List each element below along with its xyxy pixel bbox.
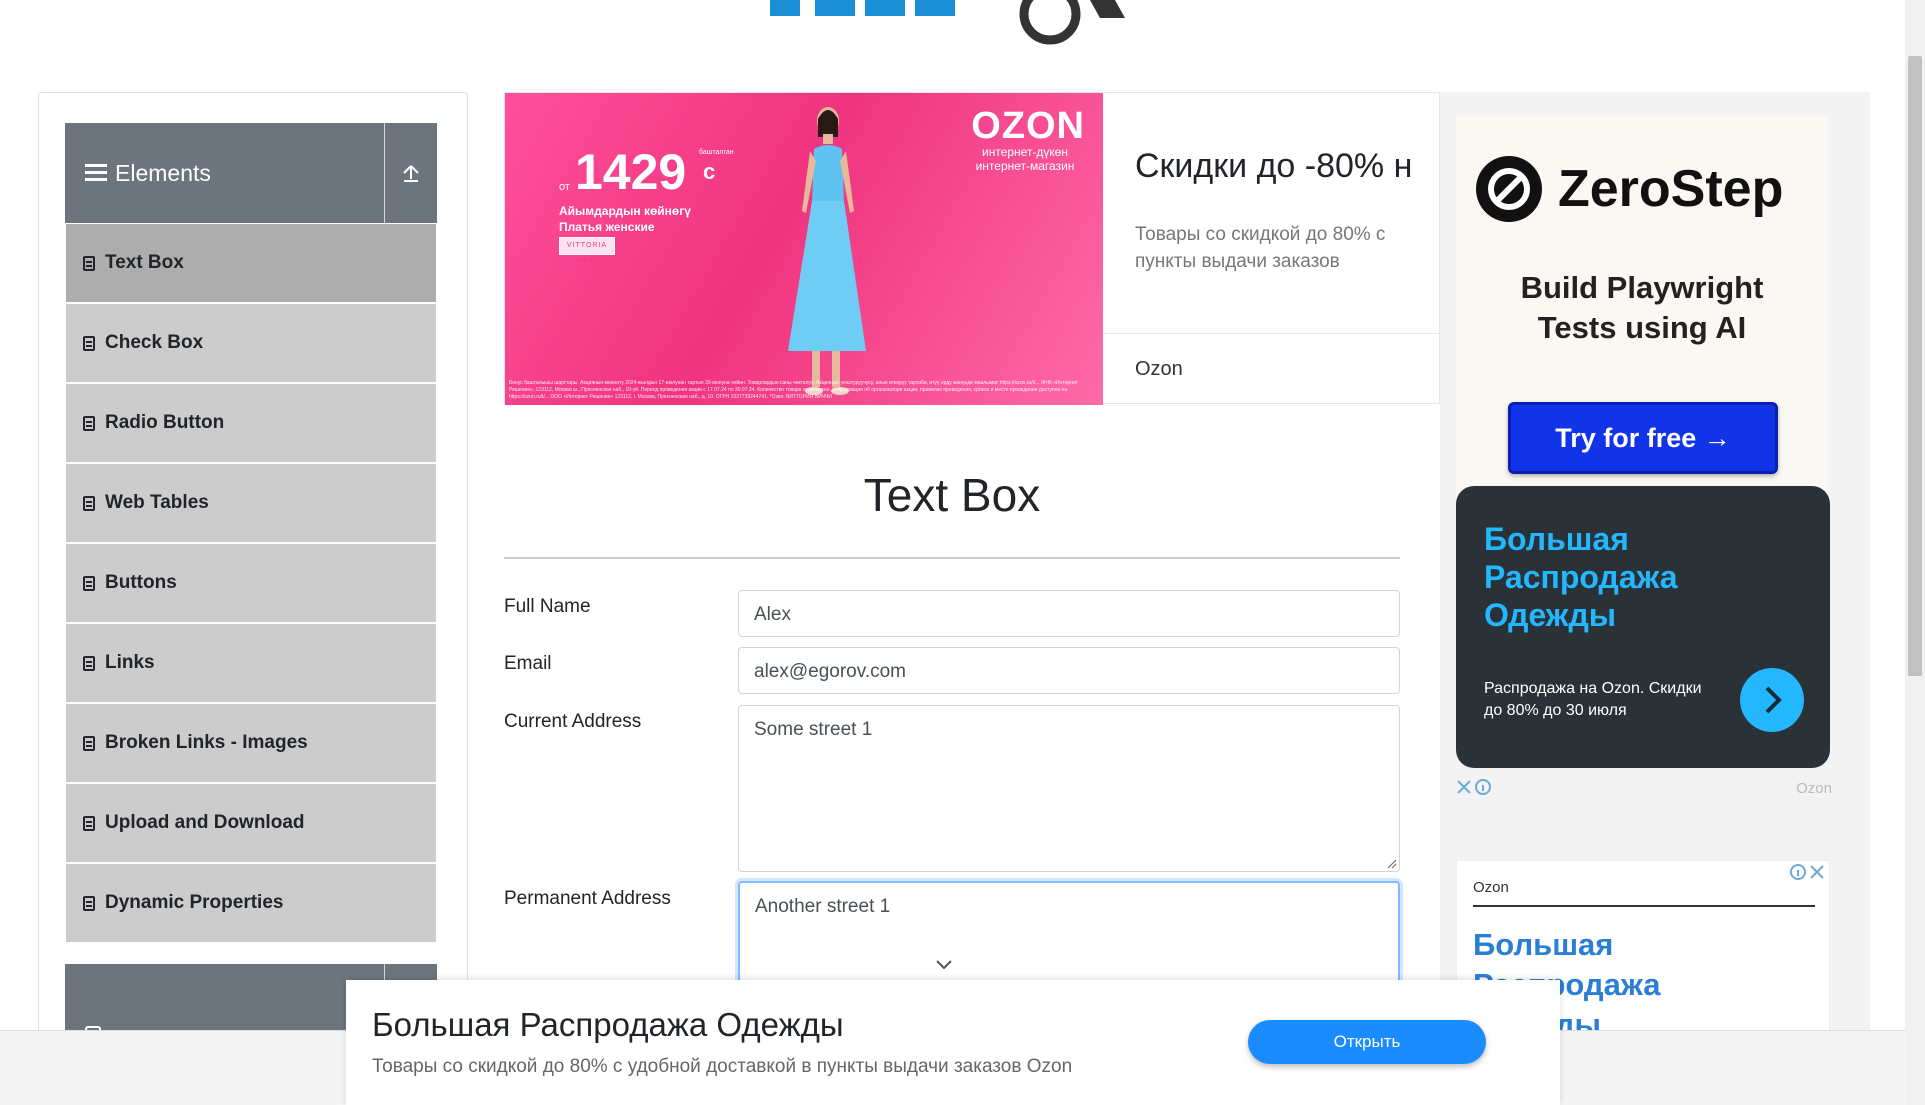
bottom-ad-title: Большая Распродажа Одежды bbox=[372, 1006, 844, 1043]
sidebar-item-text-box[interactable]: Text Box bbox=[66, 224, 436, 302]
bottom-ad-description: Товары со скидкой до 80% с удобной доста… bbox=[372, 1056, 1073, 1077]
sidebar-item-label: Dynamic Properties bbox=[105, 892, 284, 913]
ad2-close-icon[interactable] bbox=[1789, 863, 1825, 884]
right-ad-column[interactable]: ZeroStep Build Playwright Tests using AI… bbox=[1440, 92, 1870, 1052]
toolsqa-logo[interactable] bbox=[760, 0, 1160, 50]
ad-close-icon[interactable] bbox=[1456, 778, 1492, 799]
banner-desc-line: Товары со скидкой до 80% с bbox=[1135, 224, 1386, 245]
brand-badge: VITTORIA VICCI bbox=[559, 237, 615, 265]
try-for-free-button[interactable]: Try for free → bbox=[1508, 402, 1778, 474]
ad2-divider bbox=[1473, 905, 1815, 907]
sidebar-item-label: Buttons bbox=[105, 572, 177, 593]
banner-price: 1429 bbox=[575, 144, 687, 200]
document-icon bbox=[83, 415, 95, 431]
banner-image[interactable]: от 1429 с башталган Айымдардын көйнөгү П… bbox=[505, 93, 1103, 405]
resize-grip-icon[interactable] bbox=[1387, 859, 1397, 869]
banner-price-note: башталган bbox=[699, 149, 734, 156]
current-address-text: Some street 1 bbox=[754, 719, 873, 740]
zerostep-ad[interactable]: ZeroStep Build Playwright Tests using AI… bbox=[1456, 116, 1828, 500]
ozon-sale-card[interactable]: Большая Распродажа Одежды Распродажа на … bbox=[1456, 486, 1830, 768]
full-name-label: Full Name bbox=[504, 596, 591, 617]
sidebar-item-label: Links bbox=[105, 652, 155, 673]
group-elements-title: Elements bbox=[65, 123, 385, 223]
title-divider bbox=[504, 557, 1400, 559]
document-icon bbox=[83, 255, 95, 271]
sidebar-item-dynamic-properties[interactable]: Dynamic Properties bbox=[66, 864, 436, 942]
document-icon bbox=[83, 895, 95, 911]
banner-title: Скидки до -80% н bbox=[1135, 147, 1413, 185]
sidebar-item-upload-download[interactable]: Upload and Download bbox=[66, 784, 436, 862]
page-scrollbar-thumb[interactable] bbox=[1908, 56, 1922, 676]
ozon-logo: OZON bbox=[971, 105, 1085, 147]
banner-desc-line: пункты выдачи заказов bbox=[1135, 251, 1340, 272]
document-icon bbox=[83, 815, 95, 831]
zerostep-logo: ZeroStep bbox=[1476, 156, 1783, 222]
banner-fineprint: Бонус башталышы шарттары. Акциянын мөөнө… bbox=[509, 380, 1078, 400]
banner-text-panel[interactable]: Скидки до -80% н Товары со скидкой до 80… bbox=[1103, 93, 1441, 405]
model-photo bbox=[788, 107, 866, 395]
banner-description: Товары со скидкой до 80% с пункты выдачи… bbox=[1135, 221, 1435, 275]
sidebar-item-buttons[interactable]: Buttons bbox=[66, 544, 436, 622]
document-icon bbox=[83, 495, 95, 511]
email-label: Email bbox=[504, 653, 552, 674]
sidebar-item-label: Upload and Download bbox=[105, 812, 305, 833]
chevron-right-icon[interactable] bbox=[1740, 668, 1804, 732]
current-address-label: Current Address bbox=[504, 711, 642, 732]
document-icon bbox=[83, 735, 95, 751]
collapse-arrow-icon[interactable] bbox=[385, 133, 437, 213]
page-title: Text Box bbox=[863, 469, 1041, 521]
sidebar-item-radio-button[interactable]: Radio Button bbox=[66, 384, 436, 462]
banner-source: Ozon bbox=[1103, 333, 1441, 405]
zerostep-tagline: Build Playwright Tests using AI bbox=[1520, 270, 1764, 345]
group-elements-label: Elements bbox=[115, 159, 211, 186]
chevron-down-icon[interactable] bbox=[934, 954, 954, 974]
sidebar-item-label: Web Tables bbox=[105, 492, 209, 513]
sidebar-item-label: Radio Button bbox=[105, 412, 225, 433]
document-icon bbox=[83, 655, 95, 671]
ozon-card-description: Распродажа на Ozon. Скидки до 80% до 30 … bbox=[1484, 680, 1702, 719]
banner-currency: с bbox=[703, 159, 716, 184]
zerostep-name: ZeroStep bbox=[1558, 160, 1784, 218]
sidebar-item-label: Broken Links - Images bbox=[105, 732, 308, 753]
bottom-sticky-ad[interactable]: Большая Распродажа Одежды Товары со скид… bbox=[346, 960, 1560, 1105]
zerostep-logo-icon bbox=[1476, 156, 1542, 222]
permanent-address-textarea[interactable]: Another street 1 bbox=[738, 881, 1400, 991]
banner-subtitle: Айымдардын көйнөгү Платья женские bbox=[559, 204, 691, 234]
email-input[interactable]: alex@egorov.com bbox=[738, 647, 1400, 694]
permanent-address-label: Permanent Address bbox=[504, 888, 671, 909]
sidebar-item-label: Check Box bbox=[105, 332, 204, 353]
ad2-source: Ozon bbox=[1473, 879, 1509, 896]
open-button[interactable]: Открыть bbox=[1248, 1020, 1486, 1064]
document-icon bbox=[83, 335, 95, 351]
ozon-logo-subtitle: интернет-дүкөн интернет-магазин bbox=[975, 145, 1075, 173]
sidebar-item-label: Text Box bbox=[105, 252, 184, 273]
document-icon bbox=[83, 575, 95, 591]
full-name-input[interactable]: Alex bbox=[738, 590, 1400, 637]
permanent-address-text: Another street 1 bbox=[755, 896, 891, 917]
banner-price-prefix: от bbox=[559, 181, 570, 193]
sidebar-item-links[interactable]: Links bbox=[66, 624, 436, 702]
hamburger-icon bbox=[85, 160, 107, 187]
top-banner-ad[interactable]: от 1429 с башталган Айымдардын көйнөгү П… bbox=[504, 92, 1441, 405]
ozon-card-title: Большая Распродажа Одежды bbox=[1484, 521, 1678, 633]
sidebar-item-broken-links[interactable]: Broken Links - Images bbox=[66, 704, 436, 782]
ad-source-label: Ozon bbox=[1796, 780, 1832, 797]
group-elements-header[interactable]: Elements bbox=[65, 123, 437, 223]
current-address-textarea[interactable]: Some street 1 bbox=[738, 705, 1400, 872]
sidebar-item-web-tables[interactable]: Web Tables bbox=[66, 464, 436, 542]
sidebar-item-check-box[interactable]: Check Box bbox=[66, 304, 436, 382]
